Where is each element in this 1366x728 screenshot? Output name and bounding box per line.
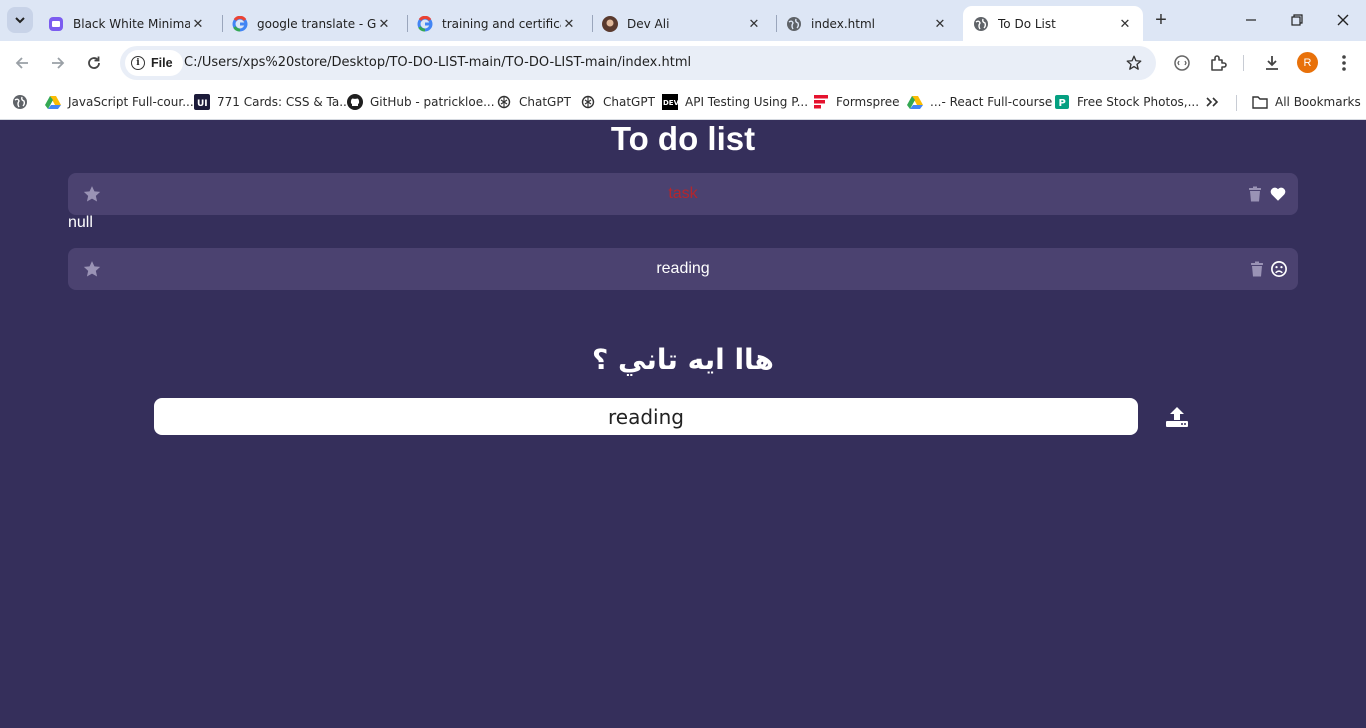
close-icon[interactable]: ✕ bbox=[932, 16, 948, 32]
close-icon[interactable]: ✕ bbox=[1117, 16, 1133, 32]
folder-icon bbox=[1252, 94, 1268, 110]
avatar-icon bbox=[602, 15, 618, 32]
back-icon[interactable] bbox=[10, 51, 34, 75]
globe-icon bbox=[786, 16, 802, 32]
all-bookmarks-button[interactable]: All Bookmarks bbox=[1252, 93, 1361, 111]
browser-toolbar: i File C:/Users/xps%20store/Desktop/TO-D… bbox=[0, 41, 1366, 85]
github-icon bbox=[347, 94, 363, 110]
site-info-chip[interactable]: i File bbox=[125, 50, 183, 76]
tab-strip: Black White Minimalis ✕ google translate… bbox=[0, 0, 1366, 41]
tab-search-button[interactable] bbox=[7, 7, 33, 33]
tab-1[interactable]: Black White Minimalis ✕ bbox=[38, 6, 216, 41]
tab-3[interactable]: training and certificat ✕ bbox=[407, 6, 587, 41]
restore-icon[interactable] bbox=[1286, 9, 1308, 31]
chatgpt-icon bbox=[580, 94, 596, 110]
bookmark-item[interactable]: DEV API Testing Using P... bbox=[662, 93, 808, 111]
pexels-icon: P bbox=[1054, 94, 1070, 110]
address-bar[interactable]: i File C:/Users/xps%20store/Desktop/TO-D… bbox=[120, 46, 1156, 80]
task-text: task bbox=[668, 185, 698, 202]
more-bookmarks-chevron-icon[interactable] bbox=[1205, 93, 1219, 111]
bookmark-item[interactable]: P Free Stock Photos,... bbox=[1054, 93, 1199, 111]
tab-title: Dev Ali bbox=[627, 16, 670, 31]
reload-icon[interactable] bbox=[82, 51, 106, 75]
globe-icon bbox=[973, 16, 989, 32]
bookmark-label: Free Stock Photos,... bbox=[1077, 95, 1200, 109]
svg-text:DEV: DEV bbox=[663, 99, 678, 107]
chatgpt-icon bbox=[496, 94, 512, 110]
tab-title: index.html bbox=[811, 16, 875, 31]
reading-mode-icon[interactable] bbox=[1170, 51, 1194, 75]
bookmark-item[interactable]: UI 771 Cards: CSS & Ta... bbox=[194, 93, 351, 111]
bookmark-item[interactable]: JavaScript Full-cour... bbox=[45, 93, 194, 111]
bookmark-item[interactable]: Formspree bbox=[813, 93, 900, 111]
minimize-icon[interactable] bbox=[1240, 9, 1262, 31]
bookmarks-bar: JavaScript Full-cour... UI 771 Cards: CS… bbox=[0, 85, 1366, 120]
formspree-icon bbox=[813, 94, 829, 110]
trash-icon[interactable] bbox=[1248, 186, 1262, 202]
upload-icon[interactable] bbox=[1164, 406, 1190, 428]
bookmark-item[interactable]: ChatGPT bbox=[496, 93, 571, 111]
url-text[interactable]: C:/Users/xps%20store/Desktop/TO-DO-LIST-… bbox=[184, 55, 691, 70]
close-icon[interactable]: ✕ bbox=[746, 16, 762, 32]
page-title: To do list bbox=[610, 120, 756, 157]
task-input[interactable] bbox=[154, 398, 1138, 435]
heart-icon[interactable] bbox=[1269, 185, 1287, 203]
tab-6-active[interactable]: To Do List ✕ bbox=[963, 6, 1143, 41]
drive-icon bbox=[45, 94, 61, 110]
svg-text:P: P bbox=[1059, 98, 1066, 109]
close-icon[interactable]: ✕ bbox=[561, 16, 577, 32]
bookmark-label: GitHub - patrickloe... bbox=[370, 95, 495, 109]
close-icon[interactable]: ✕ bbox=[376, 16, 392, 32]
window-close-icon[interactable] bbox=[1332, 9, 1354, 31]
google-icon bbox=[417, 15, 433, 32]
uiverse-icon: UI bbox=[194, 94, 210, 110]
todo-page: To do list task null reading هاا ايه تان… bbox=[0, 121, 1366, 728]
tab-title: google translate - Go bbox=[257, 16, 376, 31]
toolbar-divider bbox=[1243, 55, 1244, 71]
apps-globe-icon[interactable] bbox=[12, 93, 28, 111]
null-output-text: null bbox=[68, 214, 93, 231]
tab-title: To Do List bbox=[998, 16, 1056, 31]
close-icon[interactable]: ✕ bbox=[190, 16, 206, 32]
download-icon[interactable] bbox=[1260, 51, 1284, 75]
dev-icon: DEV bbox=[662, 94, 678, 110]
bookmark-label: ChatGPT bbox=[519, 95, 571, 109]
bookmark-item[interactable]: GitHub - patrickloe... bbox=[347, 93, 495, 111]
tab-4[interactable]: Dev Ali ✕ bbox=[592, 6, 772, 41]
task-row-1: task bbox=[68, 173, 1298, 215]
menu-kebab-icon[interactable] bbox=[1332, 51, 1356, 75]
tab-2[interactable]: google translate - Go ✕ bbox=[222, 6, 402, 41]
canva-icon bbox=[48, 16, 64, 32]
chevron-down-icon bbox=[15, 17, 25, 24]
bookmark-label: ChatGPT bbox=[603, 95, 655, 109]
all-bookmarks-label: All Bookmarks bbox=[1275, 95, 1361, 109]
bookmark-label: API Testing Using P... bbox=[685, 95, 809, 109]
tab-title: training and certificat bbox=[442, 16, 561, 31]
task-text: reading bbox=[656, 260, 710, 277]
bookmark-star-icon[interactable] bbox=[1124, 53, 1144, 73]
bookmark-item[interactable]: ...- React Full-course bbox=[907, 93, 1052, 111]
bookmark-label: Formspree bbox=[836, 95, 900, 109]
google-icon bbox=[232, 15, 248, 32]
bookmark-label: 771 Cards: CSS & Ta... bbox=[217, 95, 351, 109]
info-icon: i bbox=[131, 56, 145, 70]
trash-icon[interactable] bbox=[1250, 261, 1264, 277]
add-task-heading: هاا ايه تاني ؟ bbox=[592, 343, 774, 376]
sad-face-icon[interactable] bbox=[1270, 260, 1288, 278]
bookmark-label: ...- React Full-course bbox=[930, 95, 1053, 109]
drive-icon bbox=[907, 94, 923, 110]
new-tab-button[interactable]: + bbox=[1150, 9, 1172, 31]
forward-icon[interactable] bbox=[46, 51, 70, 75]
site-chip-label: File bbox=[151, 56, 173, 70]
tab-5[interactable]: index.html ✕ bbox=[776, 6, 958, 41]
extensions-icon[interactable] bbox=[1206, 51, 1230, 75]
profile-avatar[interactable]: R bbox=[1297, 52, 1318, 73]
task-row-2: reading bbox=[68, 248, 1298, 290]
tab-title: Black White Minimalis bbox=[73, 16, 190, 31]
svg-text:UI: UI bbox=[197, 99, 208, 109]
bookmark-label: JavaScript Full-cour... bbox=[68, 95, 194, 109]
bookmarks-divider bbox=[1236, 95, 1237, 111]
bookmark-item[interactable]: ChatGPT bbox=[580, 93, 655, 111]
